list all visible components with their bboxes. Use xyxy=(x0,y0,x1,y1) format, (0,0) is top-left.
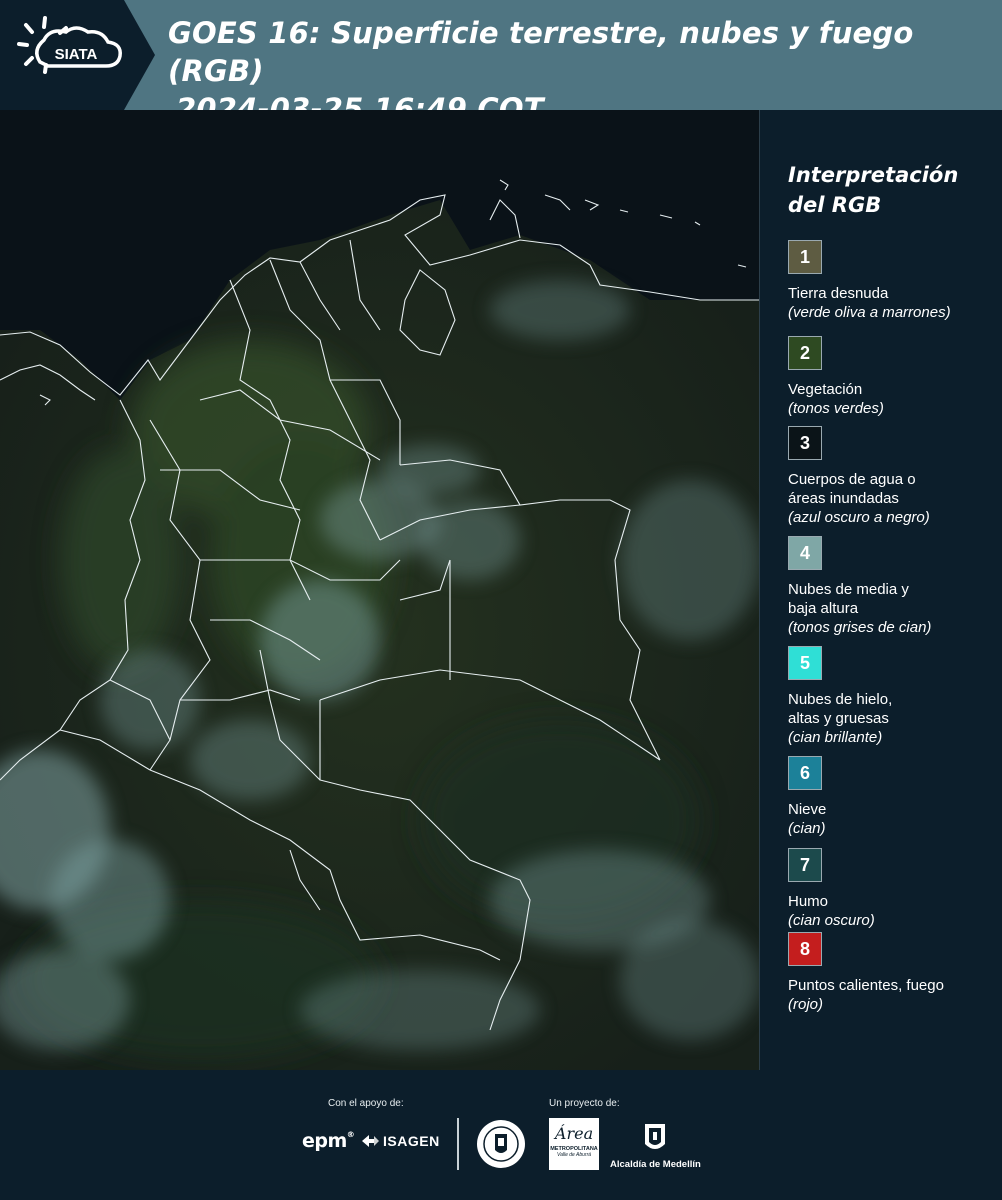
satellite-map-image xyxy=(0,110,759,1070)
area-metropolitana-logo: Área METROPOLITANA Valle de Aburrá xyxy=(549,1118,599,1170)
legend-item-4: 4 Nubes de media y baja altura (tonos grise… xyxy=(788,536,998,637)
legend-item-5: 5 Nubes de hielo, altas y gruesas (cian bri… xyxy=(788,646,998,747)
area-metropolitana-sub2: Valle de Aburrá xyxy=(556,1152,592,1158)
legend-swatch: 7 xyxy=(788,848,822,882)
legend-item-sublabel: (rojo) xyxy=(788,996,824,1013)
legend-item-6: 6 Nieve (cian) xyxy=(788,756,998,838)
legend-item-label: áreas inundadas xyxy=(788,490,899,507)
legend-item-8: 8 Puntos calientes, fuego (rojo) xyxy=(788,932,998,1014)
legend-swatch: 4 xyxy=(788,536,822,570)
area-metropolitana-title: Área xyxy=(554,1124,594,1143)
legend-item-text: Nieve (cian) xyxy=(788,800,998,838)
epm-logo-text: epm xyxy=(302,1130,347,1152)
legend-title-line-1: Interpretación xyxy=(788,163,959,187)
legend-item-label: Humo xyxy=(788,893,829,910)
satellite-map[interactable] xyxy=(0,110,760,1070)
legend-item-3: 3 Cuerpos de agua o áreas inundadas (azul o… xyxy=(788,426,998,527)
university-seal-icon xyxy=(477,1120,525,1168)
legend-item-text: Cuerpos de agua o áreas inundadas (azul os… xyxy=(788,470,998,527)
legend-item-label: altas y gruesas xyxy=(788,710,889,727)
legend-item-sublabel: (cian brillante) xyxy=(788,729,883,746)
footer-divider xyxy=(457,1118,459,1170)
footer: Con el apoyo de: Un proyecto de: epm® IS… xyxy=(0,1070,1002,1200)
legend-item-sublabel: (tonos verdes) xyxy=(788,400,884,417)
legend-item-sublabel: (verde oliva a marrones) xyxy=(788,304,951,321)
legend-item-label: Puntos calientes, fuego xyxy=(788,977,944,994)
title-line-1: GOES 16: Superficie terrestre, nubes y f… xyxy=(168,16,914,88)
legend-item-label: Nubes de hielo, xyxy=(788,691,893,708)
rgb-legend: Interpretación del RGB 1 Tierra desnuda (v… xyxy=(788,160,993,1013)
legend-item-text: Nubes de media y baja altura (tonos grises… xyxy=(788,580,998,637)
epm-logo: epm® xyxy=(302,1130,355,1152)
siata-logo-text: SIATA xyxy=(55,46,98,63)
legend-item-text: Puntos calientes, fuego (rojo) xyxy=(788,976,998,1014)
siata-logo-block: SIATA xyxy=(0,0,155,110)
legend-swatch: 1 xyxy=(788,240,822,274)
legend-swatch: 3 xyxy=(788,426,822,460)
legend-title-line-2: del RGB xyxy=(788,193,882,217)
legend-item-7: 7 Humo (cian oscuro) xyxy=(788,848,998,930)
header-bar: SIATA GOES 16: Superficie terrestre, nub… xyxy=(0,0,1002,126)
legend-swatch: 2 xyxy=(788,336,822,370)
legend-item-1: 1 Tierra desnuda (verde oliva a marrones) xyxy=(788,240,998,322)
legend-swatch: 8 xyxy=(788,932,822,966)
alcaldia-shield-icon xyxy=(645,1124,665,1149)
isagen-mark-icon xyxy=(362,1135,379,1147)
legend-item-text: Nubes de hielo, altas y gruesas (cian bril… xyxy=(788,690,998,747)
support-label: Con el apoyo de: xyxy=(328,1098,404,1109)
legend-item-label: Vegetación xyxy=(788,381,863,398)
legend-item-label: Nieve xyxy=(788,801,827,818)
legend-item-label: baja altura xyxy=(788,600,859,617)
legend-title: Interpretación del RGB xyxy=(788,160,993,220)
legend-item-sublabel: (azul oscuro a negro) xyxy=(788,509,930,526)
project-label: Un proyecto de: xyxy=(549,1098,620,1109)
isagen-text: ISAGEN xyxy=(383,1133,440,1149)
alcaldia-text: Alcaldía de Medellín xyxy=(610,1159,701,1170)
legend-swatch: 5 xyxy=(788,646,822,680)
legend-item-sublabel: (cian) xyxy=(788,820,826,837)
legend-item-text: Tierra desnuda (verde oliva a marrones) xyxy=(788,284,998,322)
legend-item-label: Tierra desnuda xyxy=(788,285,889,302)
legend-swatch: 6 xyxy=(788,756,822,790)
legend-item-label: Cuerpos de agua o xyxy=(788,471,916,488)
legend-item-2: 2 Vegetación (tonos verdes) xyxy=(788,336,998,418)
legend-item-label: Nubes de media y xyxy=(788,581,909,598)
legend-item-text: Vegetación (tonos verdes) xyxy=(788,380,998,418)
legend-item-text: Humo (cian oscuro) xyxy=(788,892,998,930)
isagen-logo: ISAGEN xyxy=(360,1133,440,1149)
legend-item-sublabel: (cian oscuro) xyxy=(788,912,875,929)
legend-item-sublabel: (tonos grises de cian) xyxy=(788,619,932,636)
